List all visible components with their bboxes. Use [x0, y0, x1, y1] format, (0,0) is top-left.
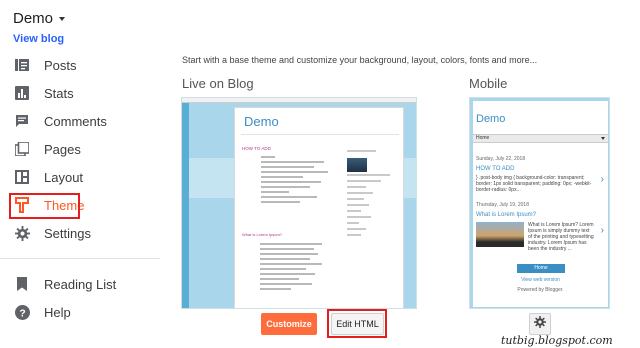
- theme-highlight-box: [9, 193, 80, 219]
- mobile-post2-title: What is Lorem Ipsum?: [476, 212, 537, 218]
- mobile-title: Mobile: [469, 76, 508, 91]
- preview-post-body: [261, 156, 331, 224]
- preview-side-stripe: [182, 103, 189, 308]
- sidebar-item-label: Settings: [44, 225, 91, 241]
- mobile-web-version-link[interactable]: View web version: [473, 277, 608, 283]
- comments-icon: [14, 113, 30, 129]
- preview-post-2: What is Lorem Ipsum?: [242, 232, 337, 293]
- sidebar-item-pages[interactable]: Pages: [0, 136, 160, 162]
- mobile-post2-image: [476, 222, 524, 247]
- blog-title: Demo: [13, 10, 54, 27]
- mobile-home-dropdown[interactable]: Home: [473, 134, 608, 143]
- mobile-post2-text: What is Lorem Ipsum? Lorem Ipsum is simp…: [528, 222, 594, 252]
- pages-icon: [14, 141, 30, 157]
- mobile-blog-preview[interactable]: Demo Home Sunday, July 22, 2018 HOW TO A…: [469, 97, 610, 309]
- preview-divider: [241, 134, 399, 135]
- preview-post2-title: What is Lorem Ipsum?: [242, 232, 283, 237]
- gear-icon: [534, 315, 546, 333]
- sidebar-item-reading-list[interactable]: Reading List: [0, 271, 160, 297]
- mobile-blog-title: Demo: [476, 113, 506, 125]
- mobile-post1-title: HOW TO ADD: [476, 166, 515, 172]
- sidebar: Demo View blog Posts Stats Comments Page…: [0, 0, 160, 348]
- mobile-post1-text: } .post-body img { background-color: tra…: [476, 175, 592, 193]
- help-icon: ?: [14, 304, 30, 320]
- mobile-settings-button[interactable]: [529, 313, 551, 335]
- bookmark-icon: [14, 276, 30, 292]
- preview-blog-title: Demo: [244, 114, 279, 129]
- mobile-page: Demo Home Sunday, July 22, 2018 HOW TO A…: [473, 101, 608, 307]
- theme-intro-text: Start with a base theme and customize yo…: [182, 55, 538, 65]
- settings-icon: [14, 225, 30, 241]
- preview-sidebar: [347, 150, 395, 240]
- sidebar-item-comments[interactable]: Comments: [0, 108, 160, 134]
- chevron-right-icon[interactable]: ›: [601, 225, 604, 236]
- sidebar-item-label: Posts: [44, 57, 77, 73]
- stats-icon: [14, 85, 30, 101]
- sidebar-item-label: Comments: [44, 113, 107, 129]
- sidebar-item-label: Pages: [44, 141, 81, 157]
- mobile-home-button[interactable]: Home: [517, 264, 565, 273]
- mobile-powered-by: Powered by Blogger.: [517, 287, 564, 293]
- view-blog-link[interactable]: View blog: [13, 33, 64, 45]
- preview-navbar: [182, 98, 416, 103]
- sidebar-divider: [0, 258, 160, 259]
- mobile-post1-date: Sunday, July 22, 2018: [476, 156, 526, 162]
- watermark: tutbig.blogspot.com: [501, 334, 613, 347]
- sidebar-item-layout[interactable]: Layout: [0, 164, 160, 190]
- caret-down-icon: [59, 17, 66, 21]
- chevron-right-icon[interactable]: ›: [601, 174, 604, 185]
- dropdown-arrow-icon: [601, 137, 605, 140]
- sidebar-item-label: Help: [44, 304, 71, 320]
- preview-thumbnail: [347, 158, 367, 172]
- live-blog-preview[interactable]: Demo HOW TO ADD What is Lorem Ipsum?: [181, 97, 417, 309]
- blog-selector[interactable]: Demo: [13, 10, 66, 27]
- posts-icon: [14, 57, 30, 73]
- sidebar-item-posts[interactable]: Posts: [0, 52, 160, 78]
- sidebar-item-settings[interactable]: Settings: [0, 220, 160, 246]
- svg-text:?: ?: [19, 308, 25, 319]
- preview-post-title: HOW TO ADD: [242, 146, 271, 151]
- live-on-blog-title: Live on Blog: [182, 76, 254, 91]
- sidebar-item-label: Layout: [44, 169, 84, 185]
- sidebar-item-label: Stats: [44, 85, 74, 101]
- edit-html-highlight-box: [327, 309, 387, 338]
- preview-page: Demo HOW TO ADD What is Lorem Ipsum?: [234, 107, 404, 308]
- mobile-home-label: Home: [476, 135, 490, 141]
- sidebar-item-stats[interactable]: Stats: [0, 80, 160, 106]
- layout-icon: [14, 169, 30, 185]
- sidebar-item-label: Reading List: [44, 276, 117, 292]
- sidebar-item-help[interactable]: ? Help: [0, 299, 160, 325]
- mobile-post2-date: Thursday, July 19, 2018: [476, 202, 529, 208]
- customize-button[interactable]: Customize: [261, 313, 317, 335]
